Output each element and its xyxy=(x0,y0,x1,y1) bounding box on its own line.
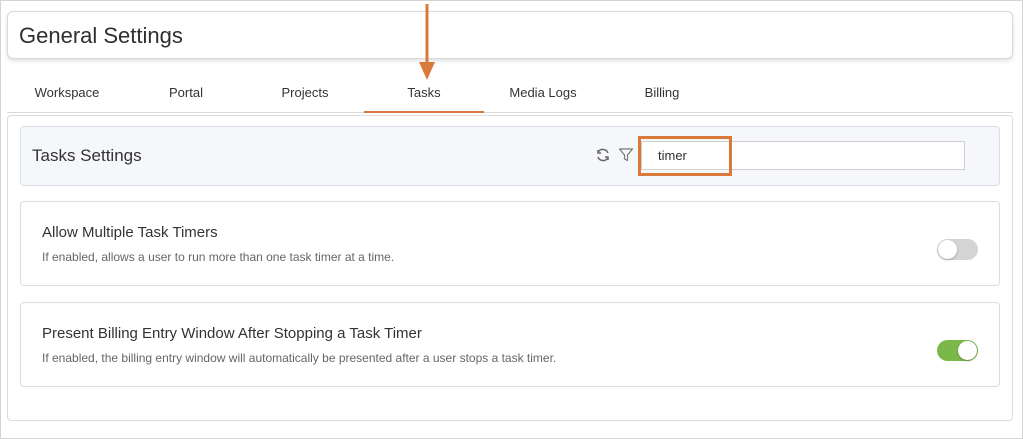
setting-description: If enabled, the billing entry window wil… xyxy=(42,351,557,365)
tab-bar: Workspace Portal Projects Tasks Media Lo… xyxy=(7,78,1013,113)
setting-title: Present Billing Entry Window After Stopp… xyxy=(42,325,422,342)
toggle-billing-entry[interactable] xyxy=(937,340,978,361)
setting-title: Allow Multiple Task Timers xyxy=(42,224,218,241)
tab-workspace[interactable]: Workspace xyxy=(7,78,127,113)
refresh-icon[interactable] xyxy=(595,147,611,163)
tab-tasks[interactable]: Tasks xyxy=(364,78,484,113)
search-input[interactable] xyxy=(641,141,965,170)
arrow-down-icon xyxy=(419,4,435,80)
title-card: General Settings xyxy=(7,11,1013,59)
section-title: Tasks Settings xyxy=(32,146,142,165)
tab-projects[interactable]: Projects xyxy=(245,78,365,113)
toggle-knob xyxy=(958,341,977,360)
setting-card-billing-entry: Present Billing Entry Window After Stopp… xyxy=(20,302,1000,387)
setting-card-multiple-timers: Allow Multiple Task Timers If enabled, a… xyxy=(20,201,1000,286)
tab-media-logs[interactable]: Media Logs xyxy=(483,78,603,113)
tab-billing[interactable]: Billing xyxy=(602,78,722,113)
toggle-multiple-timers[interactable] xyxy=(937,239,978,260)
page-title: General Settings xyxy=(19,23,183,48)
filter-icon[interactable] xyxy=(618,147,634,163)
setting-description: If enabled, allows a user to run more th… xyxy=(42,250,395,264)
tab-portal[interactable]: Portal xyxy=(126,78,246,113)
toggle-knob xyxy=(938,240,957,259)
